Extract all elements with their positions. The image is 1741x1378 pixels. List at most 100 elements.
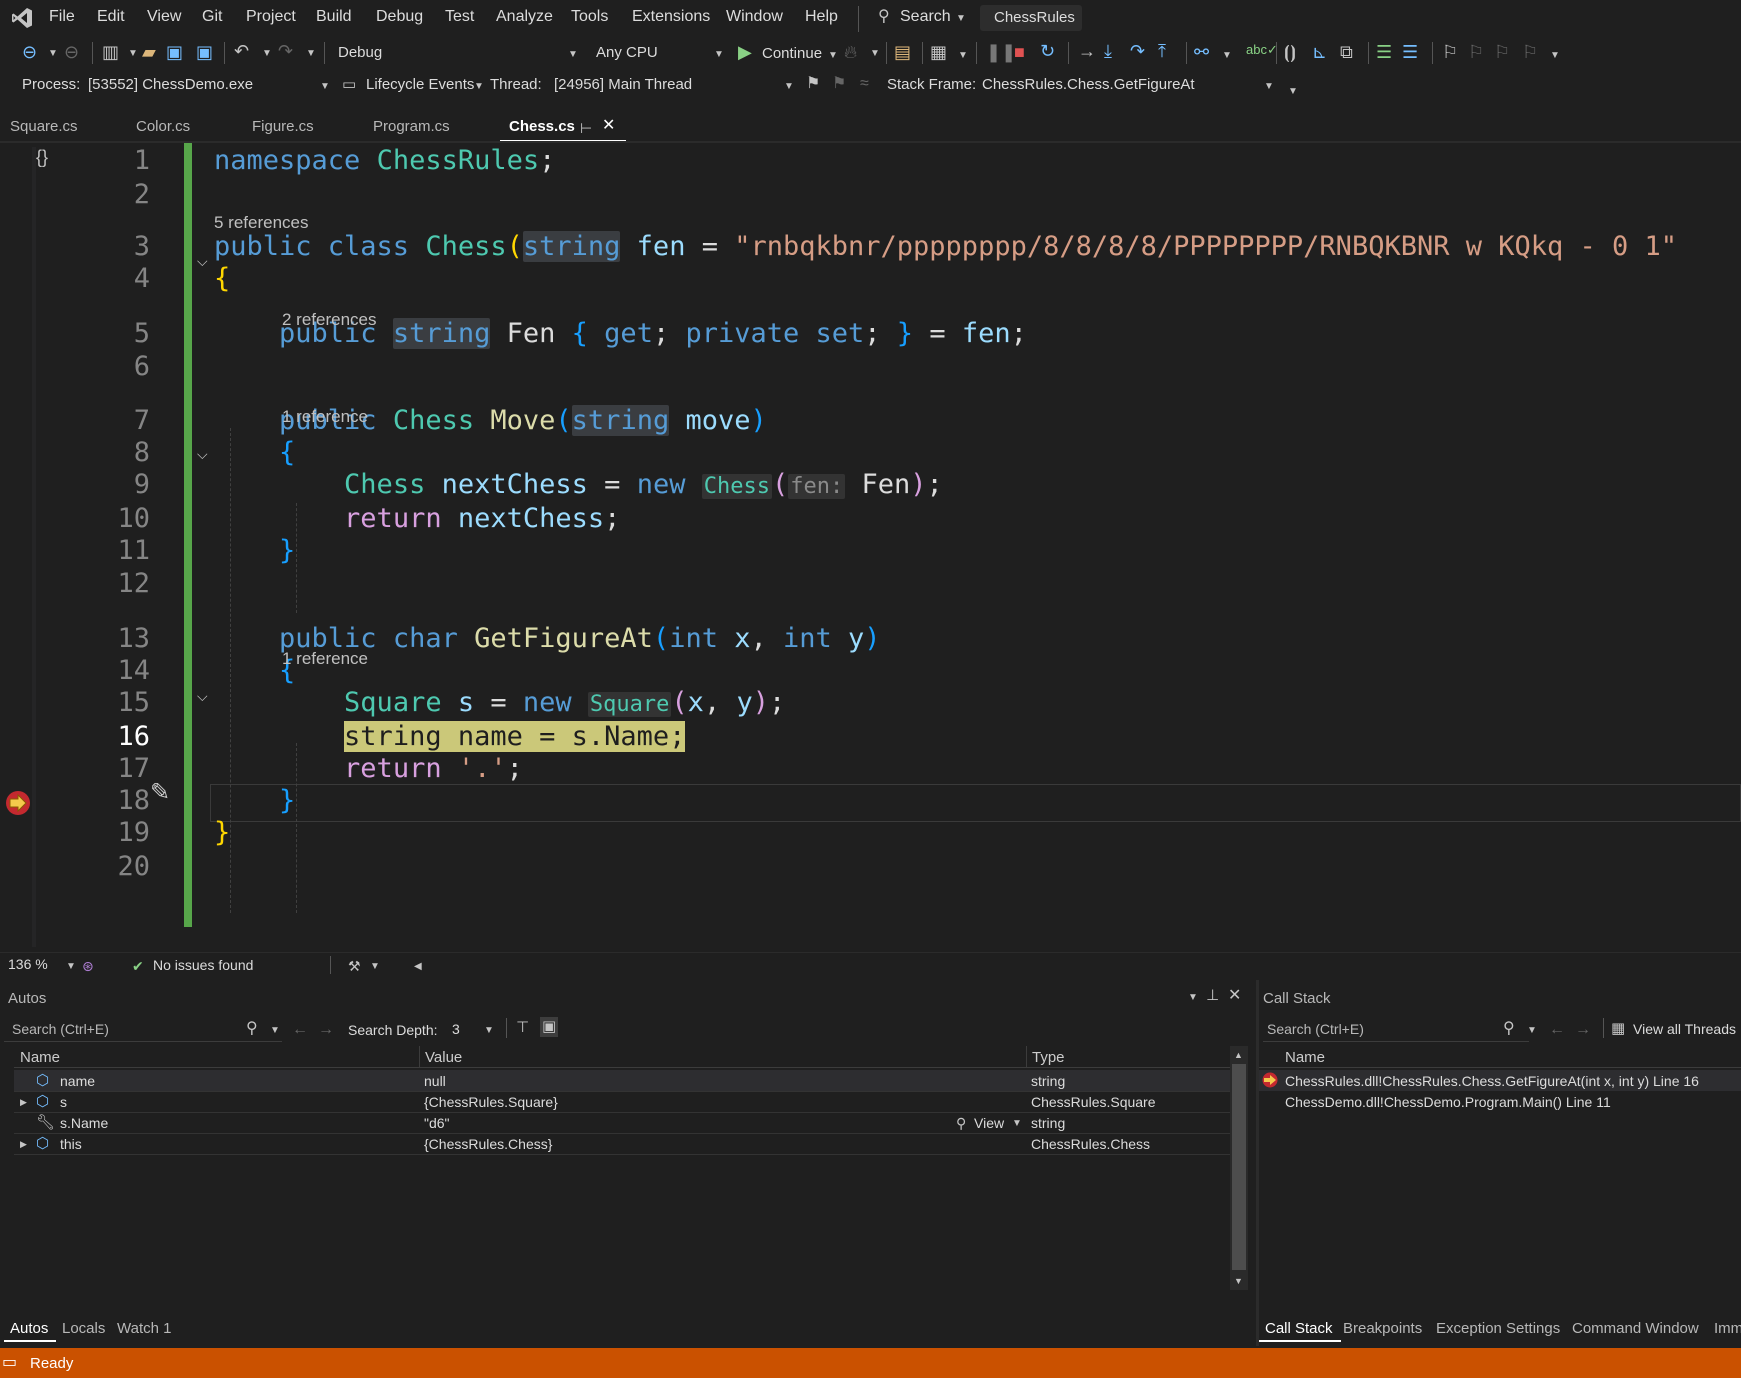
- menu-window[interactable]: Window: [726, 8, 783, 26]
- outdent-icon[interactable]: ☰: [1376, 42, 1392, 62]
- copy-icon[interactable]: ⧉: [1340, 42, 1353, 62]
- process-dropdown[interactable]: [53552] ChessDemo.exe ▼: [84, 73, 332, 97]
- menu-debug[interactable]: Debug: [376, 8, 423, 26]
- code-lens-references[interactable]: 2 references: [282, 310, 377, 330]
- chevron-down-icon[interactable]: ▼: [306, 48, 316, 59]
- chevron-down-icon[interactable]: ▼: [262, 48, 272, 59]
- redo-icon[interactable]: ↷: [278, 41, 293, 61]
- code-line[interactable]: }: [214, 535, 295, 566]
- tab-square-cs[interactable]: Square.cs: [10, 118, 78, 135]
- solution-name-badge[interactable]: ChessRules: [980, 5, 1082, 31]
- column-name-header[interactable]: Name: [20, 1049, 60, 1066]
- bookmark-icon[interactable]: ⚐: [1442, 42, 1458, 62]
- issues-status[interactable]: No issues found: [153, 957, 253, 973]
- code-line[interactable]: Square s = new Square(x, y);: [214, 687, 785, 718]
- code-cleanup-icon[interactable]: ⚒: [348, 956, 361, 976]
- continue-button[interactable]: ▶ Continue ▼: [736, 40, 840, 66]
- copilot-icon[interactable]: ⊛: [82, 956, 94, 976]
- quick-actions-icon[interactable]: ✎: [150, 781, 170, 805]
- chevron-down-icon[interactable]: ▼: [48, 48, 58, 59]
- code-line[interactable]: Chess nextChess = new Chess(fen: Fen);: [214, 469, 943, 500]
- tab-exception-settings[interactable]: Exception Settings: [1436, 1320, 1560, 1337]
- window-position-icon[interactable]: ▼: [1188, 992, 1198, 1003]
- open-file-icon[interactable]: ▰: [142, 42, 156, 62]
- table-row[interactable]: ChessRules.dll!ChessRules.Chess.GetFigur…: [1259, 1070, 1741, 1091]
- browse-folder-icon[interactable]: ▤: [894, 42, 911, 62]
- menu-edit[interactable]: Edit: [97, 8, 125, 26]
- column-type-header[interactable]: Type: [1032, 1049, 1065, 1066]
- tab-locals[interactable]: Locals: [62, 1320, 105, 1337]
- menu-git[interactable]: Git: [202, 8, 222, 26]
- code-editor[interactable]: {} ✎ 1 namespace ChessRules; 2 3 public clas…: [0, 143, 1741, 952]
- quick-watch-icon[interactable]: ⦗⦘: [1284, 42, 1296, 62]
- variable-value[interactable]: "d6": [424, 1115, 450, 1131]
- variable-value[interactable]: null: [424, 1073, 446, 1089]
- tab-program-cs[interactable]: Program.cs: [373, 118, 450, 135]
- flag-thread-icon[interactable]: ⚑: [806, 74, 820, 94]
- table-row[interactable]: ▶ ⬡ s {ChessRules.Square} ChessRules.Squ…: [14, 1091, 1230, 1112]
- chevron-down-icon[interactable]: ▼: [370, 961, 380, 972]
- chevron-down-icon[interactable]: ▼: [958, 50, 968, 61]
- tab-immediate-window[interactable]: Immediate Window: [1714, 1320, 1741, 1337]
- restart-icon[interactable]: ↻: [1040, 41, 1055, 61]
- show-next-statement-icon[interactable]: →: [1078, 41, 1096, 61]
- variable-value[interactable]: {ChessRules.Chess}: [424, 1136, 552, 1152]
- menu-analyze[interactable]: Analyze: [496, 8, 553, 26]
- column-divider[interactable]: [419, 1046, 420, 1068]
- break-all-icon[interactable]: ❚❚: [986, 42, 1016, 62]
- code-lens-references[interactable]: 1 reference: [282, 649, 368, 669]
- search-next-icon[interactable]: →: [1575, 1020, 1591, 1040]
- search-previous-icon[interactable]: ←: [292, 1020, 308, 1040]
- configuration-dropdown[interactable]: Debug ▼: [330, 41, 582, 65]
- tab-breakpoints[interactable]: Breakpoints: [1343, 1320, 1422, 1337]
- new-project-icon[interactable]: ▥: [102, 42, 119, 62]
- code-line[interactable]: public class Chess(string fen = "rnbqkbn…: [214, 231, 1677, 262]
- text-visualizer-button[interactable]: ⚲ View ▼: [954, 1112, 1034, 1133]
- table-row[interactable]: 🔧︎ s.Name "d6" ⚲ View ▼ string: [14, 1112, 1230, 1133]
- next-bookmark-icon[interactable]: ⚐: [1494, 42, 1510, 62]
- undo-icon[interactable]: ↶: [234, 41, 249, 61]
- toolbar-overflow-icon[interactable]: ▼: [1550, 50, 1560, 61]
- close-icon[interactable]: ✕: [1228, 986, 1241, 1006]
- search-box[interactable]: ⚲ Search ▼: [874, 5, 966, 31]
- close-icon[interactable]: ✕: [602, 116, 615, 136]
- menu-view[interactable]: View: [147, 8, 181, 26]
- collapse-chevron-icon[interactable]: ⌵: [197, 688, 208, 705]
- thread-dropdown[interactable]: [24956] Main Thread ▼: [550, 73, 794, 97]
- menu-build[interactable]: Build: [316, 8, 352, 26]
- pin-source-icon[interactable]: ⊤: [516, 1018, 529, 1038]
- step-over-icon[interactable]: ↷: [1130, 41, 1145, 61]
- pin-icon[interactable]: ⊥: [1206, 986, 1219, 1006]
- previous-bookmark-icon[interactable]: ⚐: [1468, 42, 1484, 62]
- code-lens-references[interactable]: 5 references: [214, 213, 309, 233]
- code-line[interactable]: {: [214, 263, 230, 294]
- tab-figure-cs[interactable]: Figure.cs: [252, 118, 314, 135]
- variable-value[interactable]: {ChessRules.Square}: [424, 1094, 558, 1110]
- spell-check-icon[interactable]: abc✓: [1246, 40, 1278, 60]
- notification-icon[interactable]: ▭: [2, 1353, 17, 1373]
- vertical-scrollbar[interactable]: ▲ ▼: [1230, 1046, 1248, 1290]
- hot-reload-icon[interactable]: 🔥︎: [844, 42, 857, 62]
- save-all-icon[interactable]: ▣: [196, 42, 213, 62]
- expand-icon[interactable]: ▶: [20, 1097, 27, 1108]
- table-row[interactable]: ▶ ⬡ this {ChessRules.Chess} ChessRules.C…: [14, 1133, 1230, 1154]
- navigate-forward-icon[interactable]: ⊖: [64, 42, 79, 62]
- column-value-header[interactable]: Value: [425, 1049, 462, 1066]
- code-line[interactable]: return '.';: [214, 753, 523, 784]
- tab-chess-cs[interactable]: Chess.cs ⊢ ✕: [500, 112, 626, 142]
- save-icon[interactable]: ▣: [166, 42, 183, 62]
- lifecycle-events-dropdown[interactable]: ▭ Lifecycle Events ▼: [340, 73, 486, 97]
- code-line[interactable]: return nextChess;: [214, 503, 620, 534]
- call-stack-search-input[interactable]: Search (Ctrl+E) ⚲ ▼: [1263, 1016, 1537, 1042]
- menu-test[interactable]: Test: [445, 8, 474, 26]
- menu-tools[interactable]: Tools: [571, 8, 608, 26]
- column-name-header[interactable]: Name: [1285, 1049, 1325, 1066]
- show-threads-icon[interactable]: ≈: [860, 74, 869, 94]
- code-lens-references[interactable]: 1 reference: [282, 407, 368, 427]
- menu-file[interactable]: File: [49, 8, 75, 26]
- expand-icon[interactable]: ▶: [20, 1139, 27, 1150]
- tab-autos[interactable]: Autos: [4, 1316, 56, 1342]
- scroll-up-icon[interactable]: ▲: [1234, 1050, 1243, 1060]
- zoom-dropdown[interactable]: 136 % ▼: [0, 955, 78, 975]
- toolbar-overflow-icon[interactable]: ▼: [1288, 86, 1298, 97]
